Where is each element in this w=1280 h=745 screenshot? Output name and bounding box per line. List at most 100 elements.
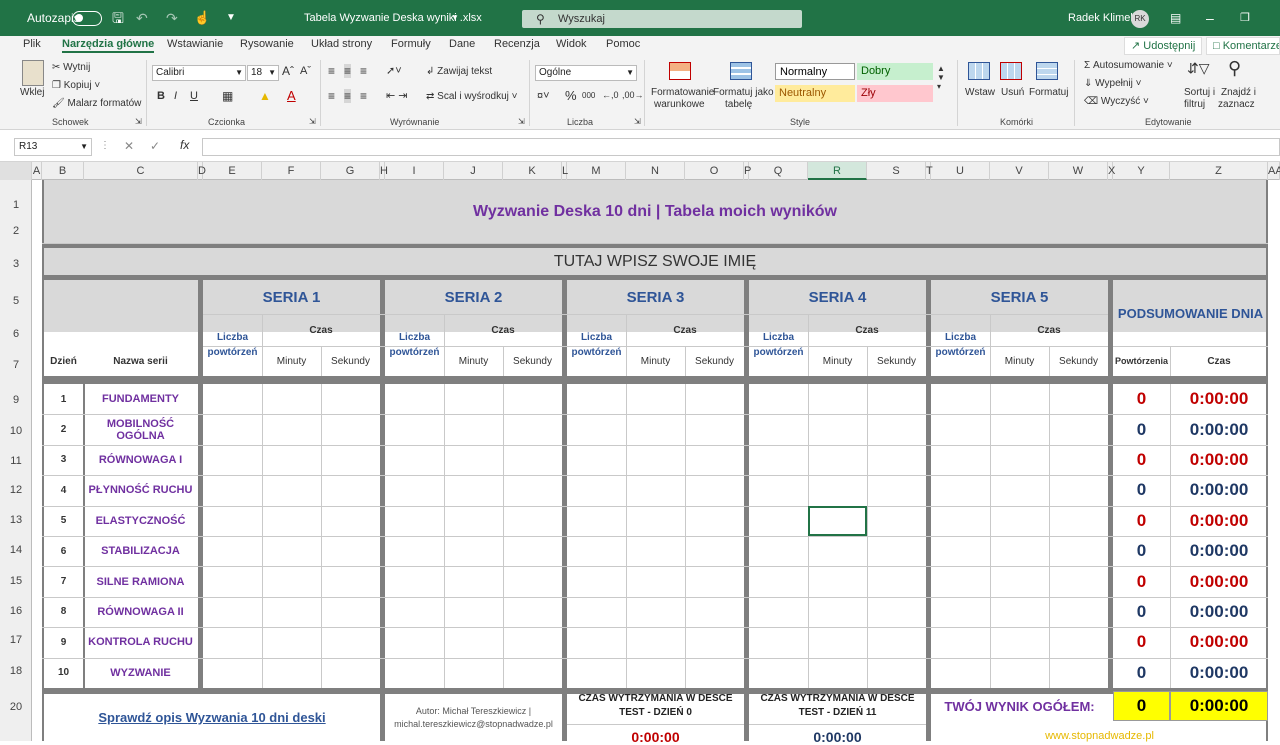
font-size-select[interactable]: 18 ▼ bbox=[247, 65, 279, 81]
col-header[interactable]: S bbox=[867, 162, 926, 180]
input-cell[interactable] bbox=[321, 506, 380, 536]
format-as-table-label[interactable]: Formatuj jako bbox=[713, 87, 774, 98]
input-cell[interactable] bbox=[749, 627, 808, 657]
col-header[interactable]: E bbox=[203, 162, 262, 180]
format-as-table-icon[interactable] bbox=[730, 62, 752, 80]
row-header[interactable]: 17 bbox=[0, 634, 32, 646]
input-cell[interactable] bbox=[503, 658, 562, 688]
site-link[interactable]: www.stopnadwadze.pl bbox=[931, 725, 1268, 742]
input-cell[interactable] bbox=[444, 597, 503, 627]
delete-label[interactable]: Usuń bbox=[1001, 87, 1024, 98]
input-cell[interactable] bbox=[203, 445, 262, 475]
tab-data[interactable]: Dane bbox=[449, 38, 475, 50]
input-cell[interactable] bbox=[990, 384, 1049, 414]
input-cell[interactable] bbox=[262, 658, 321, 688]
input-cell[interactable] bbox=[749, 506, 808, 536]
save-icon[interactable]: 🖫 bbox=[112, 0, 124, 36]
input-cell[interactable] bbox=[685, 506, 744, 536]
col-header[interactable]: Y bbox=[1113, 162, 1170, 180]
paste-icon[interactable] bbox=[22, 60, 44, 86]
input-cell[interactable] bbox=[867, 414, 926, 444]
input-cell[interactable] bbox=[867, 597, 926, 627]
styles-scroll-icon[interactable]: ▲ ▼ ▾ bbox=[937, 64, 945, 91]
input-cell[interactable] bbox=[749, 384, 808, 414]
input-cell[interactable] bbox=[867, 536, 926, 566]
input-cell[interactable] bbox=[262, 445, 321, 475]
dialog-launcher-icon[interactable]: ⇲ bbox=[309, 117, 316, 126]
row-header[interactable]: 12 bbox=[0, 484, 32, 496]
input-cell[interactable] bbox=[385, 414, 444, 444]
customize-qat-icon[interactable]: ▼ bbox=[226, 0, 236, 36]
input-cell[interactable] bbox=[203, 384, 262, 414]
sort-filter-label-2[interactable]: filtruj bbox=[1184, 99, 1205, 110]
input-cell[interactable] bbox=[1049, 597, 1108, 627]
input-cell[interactable] bbox=[749, 536, 808, 566]
row-header[interactable]: 16 bbox=[0, 605, 32, 617]
col-header[interactable]: M bbox=[567, 162, 626, 180]
input-cell[interactable] bbox=[503, 597, 562, 627]
input-cell[interactable] bbox=[626, 566, 685, 596]
col-header[interactable]: V bbox=[990, 162, 1049, 180]
minimize-icon[interactable]: – bbox=[1206, 0, 1214, 36]
input-cell[interactable] bbox=[931, 536, 990, 566]
input-cell[interactable] bbox=[203, 475, 262, 505]
input-cell[interactable] bbox=[385, 658, 444, 688]
col-header[interactable]: J bbox=[444, 162, 503, 180]
tab-home[interactable]: Narzędzia główne bbox=[62, 38, 155, 53]
col-header[interactable]: N bbox=[626, 162, 685, 180]
test-day0-value[interactable]: 0:00:00 bbox=[567, 725, 744, 745]
col-header[interactable]: F bbox=[262, 162, 321, 180]
input-cell[interactable] bbox=[749, 475, 808, 505]
test-day11-value[interactable]: 0:00:00 bbox=[749, 725, 926, 745]
col-header[interactable]: W bbox=[1049, 162, 1108, 180]
delete-cells-icon[interactable] bbox=[1000, 62, 1022, 80]
input-cell[interactable] bbox=[567, 475, 626, 505]
row-header[interactable]: 20 bbox=[0, 701, 32, 713]
row-header[interactable]: 5 bbox=[0, 295, 32, 307]
style-neutral[interactable]: Neutralny bbox=[775, 85, 855, 102]
input-cell[interactable] bbox=[685, 536, 744, 566]
input-cell[interactable] bbox=[567, 506, 626, 536]
format-cells-icon[interactable] bbox=[1036, 62, 1058, 80]
input-cell[interactable] bbox=[931, 566, 990, 596]
undo-icon[interactable]: ↶ bbox=[136, 0, 148, 36]
orientation-icon[interactable]: ➚˅ bbox=[386, 64, 402, 77]
input-cell[interactable] bbox=[749, 658, 808, 688]
find-select-label-2[interactable]: zaznacz bbox=[1218, 99, 1255, 110]
find-select-icon[interactable]: ⚲ bbox=[1228, 58, 1241, 79]
input-cell[interactable] bbox=[808, 414, 867, 444]
input-cell[interactable] bbox=[749, 414, 808, 444]
tab-view[interactable]: Widok bbox=[556, 38, 587, 50]
input-cell[interactable] bbox=[867, 475, 926, 505]
input-cell[interactable] bbox=[685, 475, 744, 505]
align-left-icon[interactable]: ≡ bbox=[328, 89, 335, 103]
input-cell[interactable] bbox=[867, 445, 926, 475]
input-cell[interactable] bbox=[321, 445, 380, 475]
input-cell[interactable] bbox=[626, 658, 685, 688]
input-cell[interactable] bbox=[203, 566, 262, 596]
fill-button[interactable]: ⇓ Wypełnij ˅ bbox=[1084, 78, 1142, 89]
italic-button[interactable]: I bbox=[174, 90, 177, 102]
input-cell[interactable] bbox=[931, 658, 990, 688]
input-cell[interactable] bbox=[444, 384, 503, 414]
sort-filter-icon[interactable]: ⇵▽ bbox=[1187, 60, 1210, 77]
paste-label[interactable]: Wklej bbox=[20, 87, 44, 98]
select-all-corner[interactable] bbox=[0, 162, 32, 180]
conditional-formatting-label[interactable]: Formatowanie bbox=[651, 87, 714, 98]
wrap-text-button[interactable]: ↲ Zawijaj tekst bbox=[426, 66, 492, 77]
input-cell[interactable] bbox=[321, 536, 380, 566]
align-bottom-icon[interactable]: ≡ bbox=[360, 64, 367, 78]
input-cell[interactable] bbox=[503, 627, 562, 657]
redo-icon[interactable]: ↷ bbox=[166, 0, 178, 36]
input-cell[interactable] bbox=[990, 597, 1049, 627]
input-cell[interactable] bbox=[808, 445, 867, 475]
input-cell[interactable] bbox=[749, 597, 808, 627]
copy-button[interactable]: ❐ Kopiuj ˅ bbox=[52, 80, 100, 91]
col-header[interactable]: C bbox=[84, 162, 198, 180]
selected-cell[interactable] bbox=[808, 505, 867, 536]
input-cell[interactable] bbox=[321, 414, 380, 444]
input-cell[interactable] bbox=[321, 384, 380, 414]
input-cell[interactable] bbox=[626, 445, 685, 475]
input-cell[interactable] bbox=[931, 445, 990, 475]
align-top-icon[interactable]: ≡ bbox=[328, 64, 335, 78]
